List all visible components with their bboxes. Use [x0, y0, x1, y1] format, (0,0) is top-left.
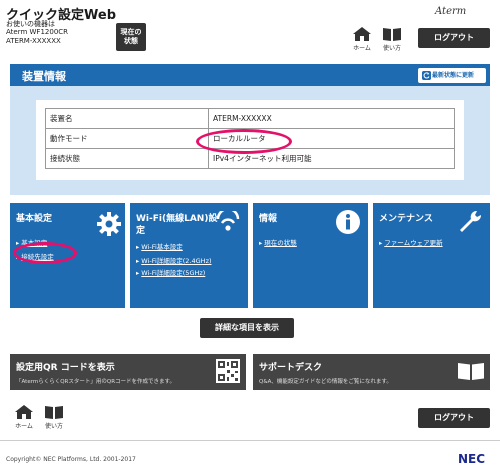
device-model: Aterm WF1200CR	[6, 28, 69, 36]
info-key: 装置名	[45, 108, 209, 129]
wifi-icon	[216, 211, 240, 231]
qr-card-subtitle: 「AtermらくらくQRスタート」用のQRコードを作成できます。	[16, 379, 175, 385]
tile-wifi-title-1: Wi-Fi(無線LAN)設	[136, 214, 218, 224]
footer-divider	[0, 440, 500, 441]
tile-maintenance-title: メンテナンス	[379, 214, 433, 224]
link-current-status[interactable]: 現在の状態	[259, 237, 297, 247]
footer-home-label: ホーム	[15, 423, 33, 430]
home-label: ホーム	[353, 45, 371, 52]
book-icon	[458, 363, 484, 380]
info-value: ATERM-XXXXXX	[208, 108, 455, 129]
footer-logout-button[interactable]: ログアウト	[418, 408, 490, 428]
link-wifi-5ghz[interactable]: Wi-Fi詳細設定(5GHz)	[136, 267, 205, 277]
connection-highlight-ring	[13, 242, 77, 264]
gear-icon	[97, 212, 121, 236]
tile-wifi-title-2: 定	[136, 226, 146, 236]
current-status-label-2: 状態	[124, 37, 138, 45]
nec-logo: NEC	[458, 452, 486, 466]
support-card-subtitle: Q&A、機能設定ガイドなどの情報をご覧になれます。	[259, 379, 392, 385]
device-name: ATERM-XXXXXX	[6, 37, 61, 45]
device-info-title: 装置情報	[22, 70, 66, 83]
support-card-title: サポートデスク	[259, 363, 323, 373]
tile-wifi-settings: Wi-Fi(無線LAN)設 定 Wi-Fi基本設定 Wi-Fi詳細設定(2.4G…	[130, 203, 248, 308]
manual-button[interactable]: 使い方	[378, 26, 406, 54]
info-icon	[336, 210, 360, 234]
footer-manual-button[interactable]: 使い方	[40, 404, 68, 432]
tile-info: 情報 現在の状態	[253, 203, 368, 308]
qr-code-icon	[216, 359, 240, 383]
current-status-button[interactable]: 現在の 状態	[116, 23, 146, 51]
home-button[interactable]: ホーム	[348, 26, 376, 54]
tile-maintenance: メンテナンス ファームウェア更新	[373, 203, 490, 308]
link-wifi-24ghz[interactable]: Wi-Fi詳細設定(2.4GHz)	[136, 255, 211, 265]
current-status-label-1: 現在の	[120, 28, 142, 36]
link-firmware-update[interactable]: ファームウェア更新	[379, 237, 442, 247]
wrench-icon	[460, 210, 482, 232]
book-icon	[45, 406, 63, 419]
brand-logo: Aterm	[435, 6, 467, 17]
copyright-text: Copyright© NEC Platforms, Ltd. 2001-2017	[6, 456, 136, 463]
home-icon	[15, 405, 33, 419]
footer-home-button[interactable]: ホーム	[10, 404, 38, 432]
qr-code-card[interactable]: 設定用QR コードを表示 「AtermらくらくQRスタート」用のQRコードを作成…	[10, 354, 246, 390]
info-key: 接続状態	[45, 148, 209, 169]
manual-label: 使い方	[382, 45, 401, 52]
support-desk-card[interactable]: サポートデスク Q&A、機能設定ガイドなどの情報をご覧になれます。	[253, 354, 490, 390]
home-icon	[353, 27, 371, 41]
book-icon	[383, 28, 401, 41]
link-wifi-basic[interactable]: Wi-Fi基本設定	[136, 241, 183, 251]
tile-basic-title: 基本設定	[16, 214, 53, 224]
logout-button[interactable]: ログアウト	[418, 28, 490, 48]
show-detail-button[interactable]: 詳細な項目を表示	[200, 318, 294, 338]
table-row: 装置名 ATERM-XXXXXX	[45, 108, 455, 129]
mode-highlight-ring	[196, 129, 292, 154]
info-key: 動作モード	[45, 128, 209, 149]
qr-card-title: 設定用QR コードを表示	[16, 363, 115, 373]
refresh-icon	[422, 71, 431, 80]
footer-manual-label: 使い方	[44, 423, 63, 430]
tile-info-title: 情報	[259, 214, 278, 224]
